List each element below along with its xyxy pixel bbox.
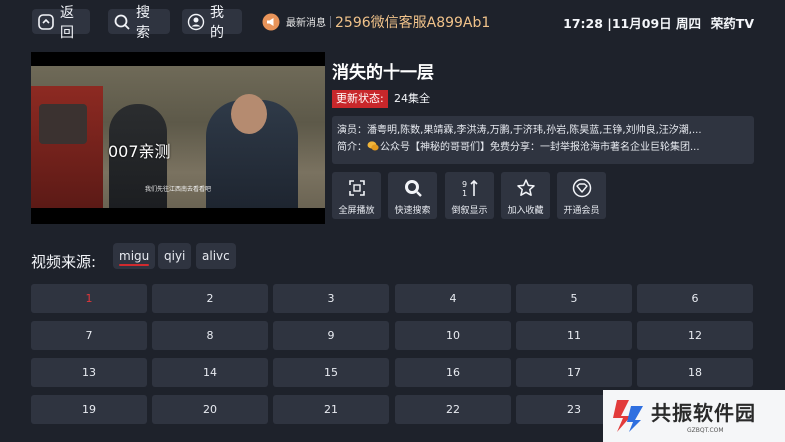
episode-button[interactable]: 13: [31, 358, 147, 387]
status-value: 24集全: [394, 92, 430, 105]
source-tab-label: qiyi: [164, 249, 186, 263]
clock: 17:28 |11月09日 周四: [563, 16, 701, 31]
vip-icon: [572, 178, 592, 198]
episode-button[interactable]: 17: [516, 358, 632, 387]
fullscreen-label: 全屏播放: [338, 206, 375, 216]
source-tab-qiyi[interactable]: qiyi: [158, 243, 192, 269]
scene-person-head: [231, 94, 267, 134]
quick-search-button[interactable]: 快速搜索: [388, 172, 437, 219]
megaphone-icon: [262, 13, 280, 31]
show-title: 消失的十一层: [332, 63, 434, 83]
episode-button[interactable]: 12: [637, 321, 753, 350]
notice-label: 最新消息: [286, 18, 326, 29]
back-button[interactable]: 返回: [32, 5, 90, 41]
episode-button[interactable]: 19: [31, 395, 147, 424]
episode-button[interactable]: 7: [31, 321, 147, 350]
reverse-order-label: 倒叙显示: [451, 206, 488, 216]
vip-label: 开通会员: [563, 206, 600, 216]
episode-button[interactable]: 5: [516, 284, 632, 313]
episode-button[interactable]: 9: [273, 321, 389, 350]
search-icon: [403, 178, 423, 198]
reverse-order-button[interactable]: 91 倒叙显示: [445, 172, 494, 219]
logo-mark-icon: [613, 400, 643, 432]
video-watermark: 007亲测: [108, 142, 171, 161]
notice-bar: 最新消息 2596微信客服A899Ab1: [262, 9, 490, 34]
search-icon: [113, 13, 131, 31]
favorite-label: 加入收藏: [507, 206, 544, 216]
episode-button[interactable]: 15: [273, 358, 389, 387]
notice-divider: [330, 15, 331, 28]
source-tab-migu[interactable]: migu: [113, 243, 156, 269]
source-tab-label: migu: [119, 249, 150, 263]
episode-button[interactable]: 16: [395, 358, 511, 387]
sort-icon: 91: [460, 178, 480, 198]
fullscreen-icon: [347, 178, 367, 198]
episode-button[interactable]: 14: [152, 358, 268, 387]
search-label: 搜索: [136, 4, 150, 41]
mine-button[interactable]: 我的: [182, 5, 242, 41]
episode-button[interactable]: 10: [395, 321, 511, 350]
source-tab-label: alivc: [202, 249, 230, 263]
episode-button[interactable]: 1: [31, 284, 147, 313]
intro-prefix: 简介：: [337, 142, 367, 153]
status-badge: 更新状态:: [332, 90, 388, 108]
svg-text:9: 9: [462, 180, 467, 189]
episode-button[interactable]: 8: [152, 321, 268, 350]
cast-line: 演员：潘粤明,陈数,果靖霖,李洪涛,万鹏,于济玮,孙岩,陈昊蓝,王铮,刘帅良,汪…: [337, 125, 702, 136]
user-icon: [187, 13, 205, 31]
search-button[interactable]: 搜索: [108, 5, 170, 41]
fullscreen-button[interactable]: 全屏播放: [332, 172, 381, 219]
episode-button[interactable]: 3: [273, 284, 389, 313]
video-subtitle: 我们先往江西南去看看吧: [144, 186, 211, 193]
mine-label: 我的: [210, 4, 224, 41]
episode-button[interactable]: 18: [637, 358, 753, 387]
home-icon: [37, 13, 55, 31]
site-logo: 共振软件园 GZBQT.COM: [603, 390, 785, 442]
episode-button[interactable]: 4: [395, 284, 511, 313]
episode-button[interactable]: 2: [152, 284, 268, 313]
intro-text: 公众号【神秘的哥哥们】免费分享：一封举报沧海市著名企业巨轮集团...: [380, 142, 700, 153]
episode-button[interactable]: 6: [637, 284, 753, 313]
back-label: 返回: [60, 4, 74, 41]
wechat-icon: [367, 141, 379, 151]
svg-text:1: 1: [462, 189, 467, 198]
star-icon: [516, 178, 536, 198]
vip-button[interactable]: 开通会员: [557, 172, 606, 219]
source-tab-alivc[interactable]: alivc: [196, 243, 236, 269]
show-details: 演员：潘粤明,陈数,果靖霖,李洪涛,万鹏,于济玮,孙岩,陈昊蓝,王铮,刘帅良,汪…: [332, 116, 754, 164]
favorite-button[interactable]: 加入收藏: [501, 172, 550, 219]
top-bar: 返回 搜索 我的 最新消息 2596微信客服A899Ab1 17:28 |11月…: [0, 0, 785, 42]
brand-name: 荣药TV: [710, 16, 754, 31]
intro-line: 简介： 公众号【神秘的哥哥们】免费分享：一封举报沧海市著名企业巨轮集团...: [337, 139, 749, 156]
episode-button[interactable]: 22: [395, 395, 511, 424]
notice-text: 2596微信客服A899Ab1: [335, 14, 491, 31]
episode-button[interactable]: 21: [273, 395, 389, 424]
source-title: 视频来源:: [31, 253, 97, 271]
logo-text: 共振软件园: [651, 401, 756, 425]
source-tab-underline: [119, 264, 150, 266]
episode-button[interactable]: 11: [516, 321, 632, 350]
logo-sub: GZBQT.COM: [687, 427, 724, 434]
episode-button[interactable]: 20: [152, 395, 268, 424]
quick-search-label: 快速搜索: [394, 206, 431, 216]
video-player[interactable]: 007亲测 我们先往江西南去看看吧: [31, 52, 325, 224]
